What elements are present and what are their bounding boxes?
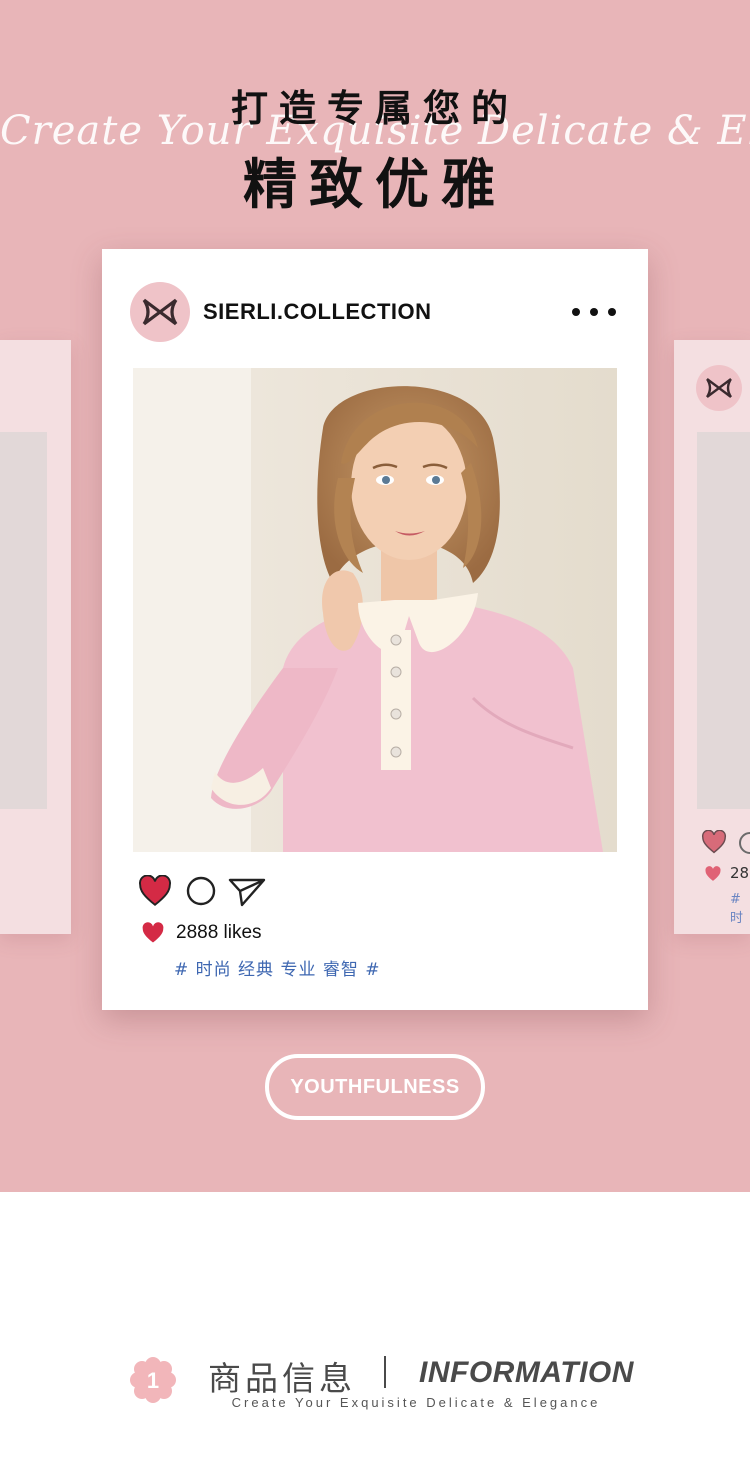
comment-icon[interactable] <box>186 876 216 906</box>
brand-logo-icon[interactable] <box>130 282 190 342</box>
info-subtitle: Create Your Exquisite Delicate & Eleganc… <box>231 1395 601 1410</box>
side-likes-count: 28 <box>730 864 750 882</box>
side-photo-placeholder <box>697 432 750 809</box>
share-icon[interactable] <box>228 877 266 907</box>
heart-icon[interactable] <box>138 875 172 907</box>
side-hashtags: # 时 <box>730 892 744 926</box>
side-card-right: 28 # 时 <box>674 340 750 934</box>
page-title: 精致优雅 <box>243 153 507 216</box>
heart-icon <box>701 830 727 854</box>
more-icon[interactable] <box>572 301 616 323</box>
title-divider <box>384 1356 386 1388</box>
hero-section: Create Your Exquisite Delicate & Eleganc… <box>0 0 750 1192</box>
side-photo-placeholder <box>0 432 47 809</box>
post-card: SIERLI.COLLECTION 2888 likes # 时尚 经典 专业 … <box>102 249 648 1010</box>
side-card-left <box>0 340 71 934</box>
post-username[interactable]: SIERLI.COLLECTION <box>203 299 432 325</box>
heart-icon <box>142 922 164 943</box>
youthfulness-badge[interactable]: YOUTHFULNESS <box>265 1054 485 1120</box>
section-number: 1 <box>147 1368 159 1393</box>
page-subtitle: 打造专属您的 <box>231 87 519 130</box>
comment-icon <box>739 832 750 854</box>
likes-count: 2888 likes <box>176 922 262 943</box>
brand-logo-icon <box>696 365 742 411</box>
post-photo <box>133 368 617 852</box>
info-title-cn: 商品信息 <box>208 1359 356 1398</box>
post-hashtags[interactable]: # 时尚 经典 专业 睿智 # <box>174 955 381 980</box>
heart-icon <box>705 866 721 881</box>
info-title-en: INFORMATION <box>419 1356 634 1389</box>
